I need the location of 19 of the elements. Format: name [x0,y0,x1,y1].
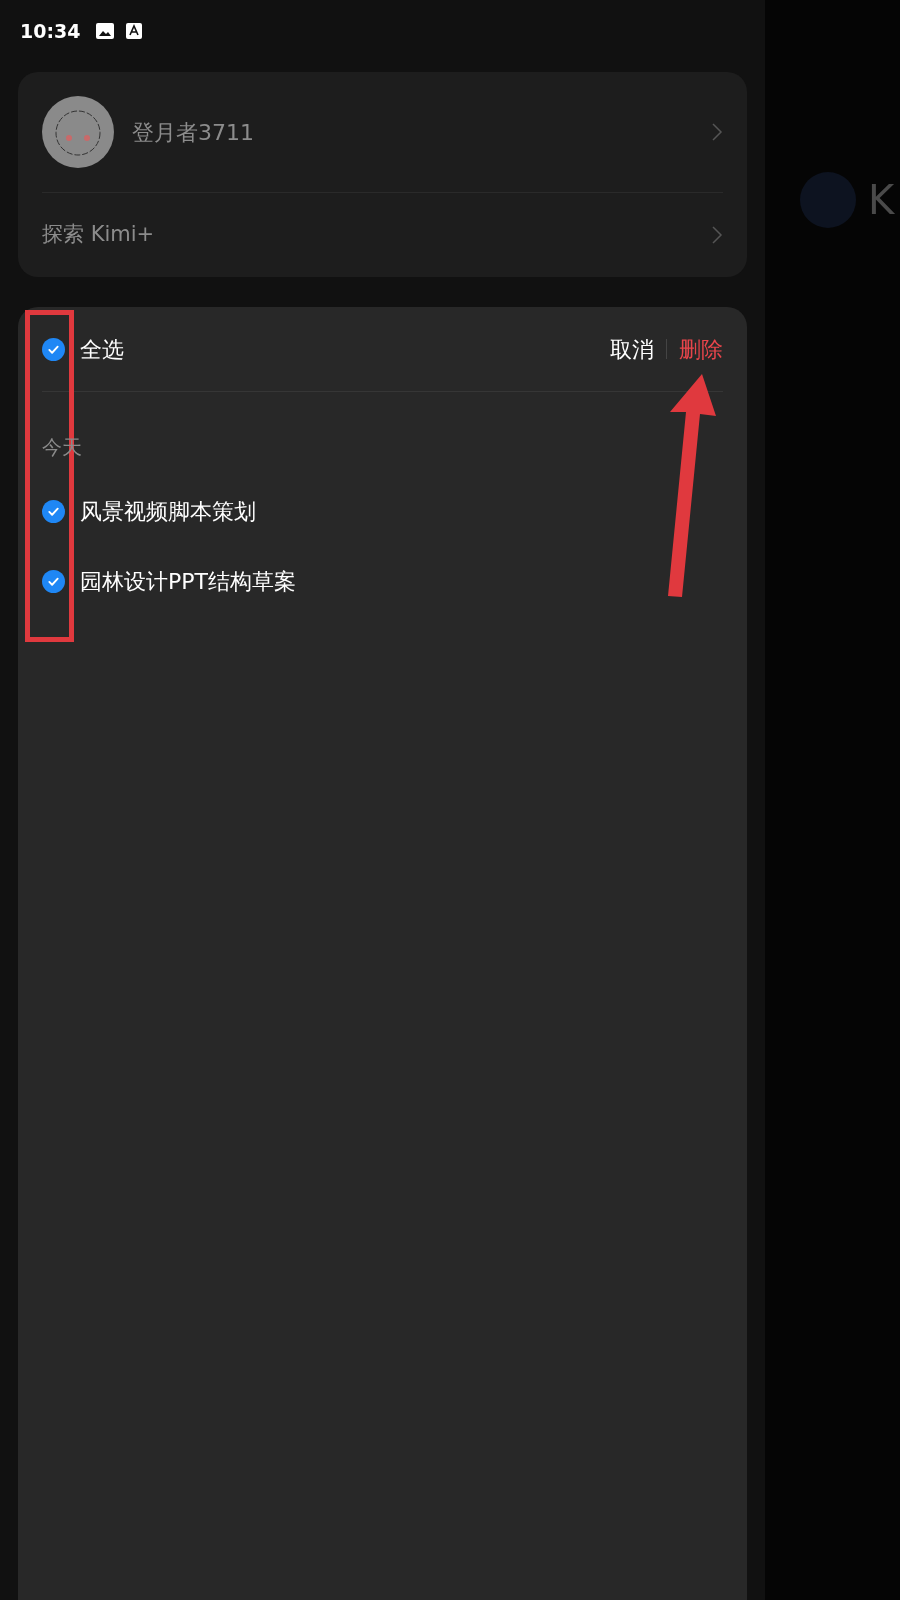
chat-title[interactable]: 园林设计PPT结构草案 [80,564,296,598]
cancel-button[interactable]: 取消 [610,332,654,366]
page-title: K [868,180,895,220]
status-time: 10:34 [20,18,81,44]
checked-checkbox[interactable] [42,337,65,361]
checked-checkbox[interactable] [42,569,65,593]
chat-title[interactable]: 风景视频脚本策划 [80,494,256,528]
font-icon [126,23,143,39]
checked-checkbox[interactable] [42,499,65,523]
avatar-drawing [42,96,114,168]
profile-row[interactable]: 登月者3711 [42,72,723,192]
delete-button[interactable]: 删除 [679,332,723,366]
select-all-label[interactable]: 全选 [80,332,610,366]
user-name: 登月者3711 [132,118,255,147]
explore-label: 探索 Kimi+ [42,221,156,249]
chevron-right-icon [711,225,723,245]
chevron-right-icon [711,122,723,142]
explore-row[interactable]: 探索 Kimi+ [42,193,723,277]
image-icon [96,23,115,39]
